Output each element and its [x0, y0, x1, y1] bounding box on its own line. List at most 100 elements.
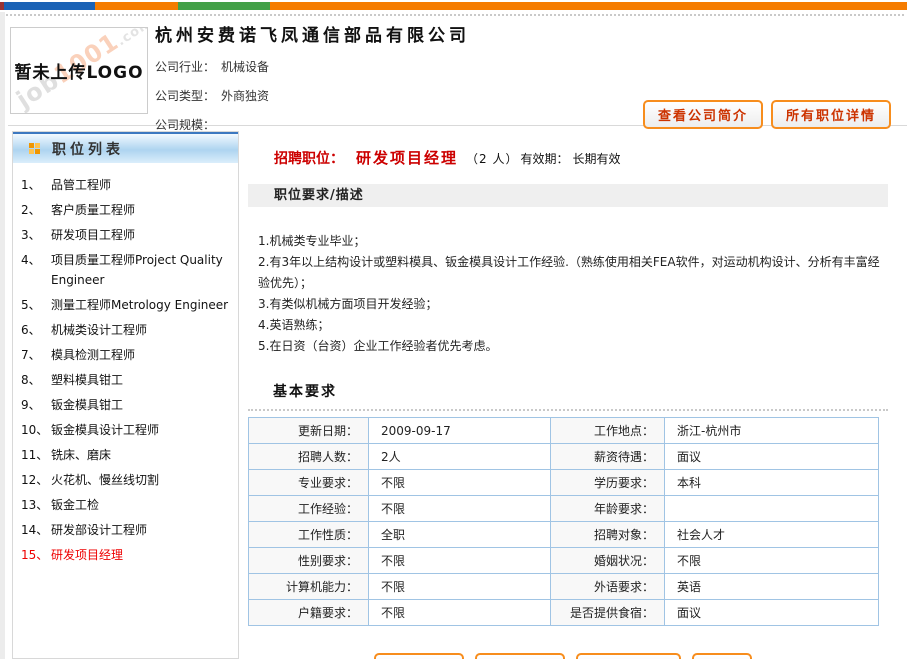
item-label: 塑料模具钳工: [51, 370, 232, 390]
company-name: 杭州安费诺飞凤通信部品有限公司: [155, 21, 470, 46]
item-label: 测量工程师Metrology Engineer: [51, 295, 232, 315]
foreign-language-value: 英语: [665, 574, 879, 600]
item-label: 钣金模具设计工程师: [51, 420, 232, 440]
sidebar-item-12[interactable]: 12、火花机、慢丝线切割: [21, 470, 232, 490]
company-size-label: 公司规模：: [155, 118, 215, 132]
sidebar-item-6[interactable]: 6、机械类设计工程师: [21, 320, 232, 340]
sidebar-item-15-current[interactable]: 15、研发项目经理: [21, 545, 232, 565]
basic-requirements-title: 基本要求: [248, 381, 888, 411]
sidebar-item-4[interactable]: 4、项目质量工程师Project Quality Engineer: [21, 250, 232, 290]
job-detail-main: 招聘职位： 研发项目经理 （2 人）有效期： 长期有效 职位要求/描述 1.机械类专业…: [248, 126, 888, 659]
company-info: 杭州安费诺飞凤通信部品有限公司 公司行业： 机械设备 公司类型： 外商独资 公司规模…: [155, 21, 470, 133]
item-number: 11、: [21, 445, 51, 465]
room-board-label: 是否提供食宿：: [551, 600, 665, 626]
header-buttons: 查看公司简介 所有职位详情: [643, 100, 891, 129]
top-color-bar: [0, 2, 907, 10]
basic-requirements-table: 更新日期： 2009-09-17 工作地点： 浙江-杭州市 招聘人数： 2人 薪…: [248, 417, 879, 626]
item-number: 15、: [21, 545, 51, 565]
description-line-5: 5.在日资（台资）企业工作经验者优先考虑。: [258, 336, 888, 357]
company-header: job1001.com 暂未上传LOGO 杭州安费诺飞凤通信部品有限公司 公司行…: [0, 16, 907, 125]
room-board-value: 面议: [665, 600, 879, 626]
print-button[interactable]: 打印: [692, 653, 752, 659]
sidebar-item-13[interactable]: 13、钣金工检: [21, 495, 232, 515]
sidebar-item-1[interactable]: 1、品管工程师: [21, 175, 232, 195]
view-company-profile-button[interactable]: 查看公司简介: [643, 100, 763, 129]
education-label: 学历要求：: [551, 470, 665, 496]
company-size-field: 公司规模：: [155, 116, 470, 133]
headcount: （2 人）: [466, 152, 518, 166]
description-line-2: 2.有3年以上结构设计或塑料模具、钣金模具设计工作经验.（熟练使用相关FEA软件…: [258, 252, 888, 294]
sidebar-item-14[interactable]: 14、研发部设计工程师: [21, 520, 232, 540]
company-type-label: 公司类型：: [155, 89, 215, 103]
sidebar-item-10[interactable]: 10、钣金模具设计工程师: [21, 420, 232, 440]
item-label: 钣金工检: [51, 495, 232, 515]
work-location-label: 工作地点：: [551, 418, 665, 444]
item-number: 13、: [21, 495, 51, 515]
work-location-value: 浙江-杭州市: [665, 418, 879, 444]
recruit-target-value: 社会人才: [665, 522, 879, 548]
recruit-position-label: 招聘职位：: [274, 151, 344, 167]
company-logo-placeholder: job1001.com 暂未上传LOGO: [10, 27, 148, 114]
age-requirement-value: [665, 496, 879, 522]
company-type-value: 外商独资: [221, 89, 269, 103]
sidebar-item-8[interactable]: 8、塑料模具钳工: [21, 370, 232, 390]
table-row: 户籍要求： 不限 是否提供食宿： 面议: [249, 600, 879, 626]
company-industry-label: 公司行业：: [155, 60, 215, 74]
topbar-segment-blue: [4, 2, 95, 10]
position-name: 研发项目经理: [356, 149, 458, 167]
sidebar-header: 职位列表: [13, 132, 238, 163]
item-label: 机械类设计工程师: [51, 320, 232, 340]
sidebar-item-9[interactable]: 9、钣金模具钳工: [21, 395, 232, 415]
apply-now-button[interactable]: 立刻申请: [374, 653, 464, 659]
validity-value: 长期有效: [572, 152, 620, 166]
recommend-to-friend-button[interactable]: 推荐给好友: [576, 653, 681, 659]
job-requirements-section-title: 职位要求/描述: [248, 184, 888, 207]
education-value: 本科: [665, 470, 879, 496]
table-row: 专业要求： 不限 学历要求： 本科: [249, 470, 879, 496]
company-industry-value: 机械设备: [221, 60, 269, 74]
sidebar-item-2[interactable]: 2、客户质量工程师: [21, 200, 232, 220]
save-position-button[interactable]: 收藏职位: [475, 653, 565, 659]
item-label: 铣床、磨床: [51, 445, 232, 465]
table-row: 更新日期： 2009-09-17 工作地点： 浙江-杭州市: [249, 418, 879, 444]
item-number: 1、: [21, 175, 51, 195]
job-nature-value: 全职: [369, 522, 551, 548]
sidebar-item-5[interactable]: 5、测量工程师Metrology Engineer: [21, 295, 232, 315]
action-buttons-row: 立刻申请 收藏职位 推荐给好友 打印: [248, 653, 878, 659]
salary-label: 薪资待遇：: [551, 444, 665, 470]
sidebar-item-3[interactable]: 3、研发项目工程师: [21, 225, 232, 245]
marital-status-value: 不限: [665, 548, 879, 574]
all-positions-button[interactable]: 所有职位详情: [771, 100, 891, 129]
topbar-segment-orange-long: [270, 2, 907, 10]
computer-skill-label: 计算机能力：: [249, 574, 369, 600]
sidebar-list: 1、品管工程师 2、客户质量工程师 3、研发项目工程师 4、项目质量工程师Pro…: [13, 163, 238, 565]
gender-requirement-value: 不限: [369, 548, 551, 574]
work-experience-label: 工作经验：: [249, 496, 369, 522]
description-line-1: 1.机械类专业毕业；: [258, 231, 888, 252]
page: job1001.com 暂未上传LOGO 杭州安费诺飞凤通信部品有限公司 公司行…: [0, 0, 907, 659]
item-number: 4、: [21, 250, 51, 290]
item-number: 7、: [21, 345, 51, 365]
age-requirement-label: 年龄要求：: [551, 496, 665, 522]
sidebar-item-7[interactable]: 7、模具检测工程师: [21, 345, 232, 365]
position-list-sidebar: 职位列表 1、品管工程师 2、客户质量工程师 3、研发项目工程师 4、项目质量工…: [12, 131, 239, 659]
table-row: 计算机能力： 不限 外语要求： 英语: [249, 574, 879, 600]
sidebar-title: 职位列表: [52, 139, 124, 159]
validity-label: 有效期：: [520, 152, 568, 166]
item-number: 6、: [21, 320, 51, 340]
body: 职位列表 1、品管工程师 2、客户质量工程师 3、研发项目工程师 4、项目质量工…: [0, 126, 907, 659]
item-label: 品管工程师: [51, 175, 232, 195]
recruit-target-label: 招聘对象：: [551, 522, 665, 548]
item-label: 火花机、慢丝线切割: [51, 470, 232, 490]
description-line-3: 3.有类似机械方面项目开发经验；: [258, 294, 888, 315]
item-number: 2、: [21, 200, 51, 220]
grid-squares-icon: [29, 143, 40, 154]
item-number: 10、: [21, 420, 51, 440]
table-row: 招聘人数： 2人 薪资待遇： 面议: [249, 444, 879, 470]
work-experience-value: 不限: [369, 496, 551, 522]
item-number: 9、: [21, 395, 51, 415]
salary-value: 面议: [665, 444, 879, 470]
headcount-value: 2人: [369, 444, 551, 470]
item-label: 项目质量工程师Project Quality Engineer: [51, 250, 232, 290]
sidebar-item-11[interactable]: 11、铣床、磨床: [21, 445, 232, 465]
